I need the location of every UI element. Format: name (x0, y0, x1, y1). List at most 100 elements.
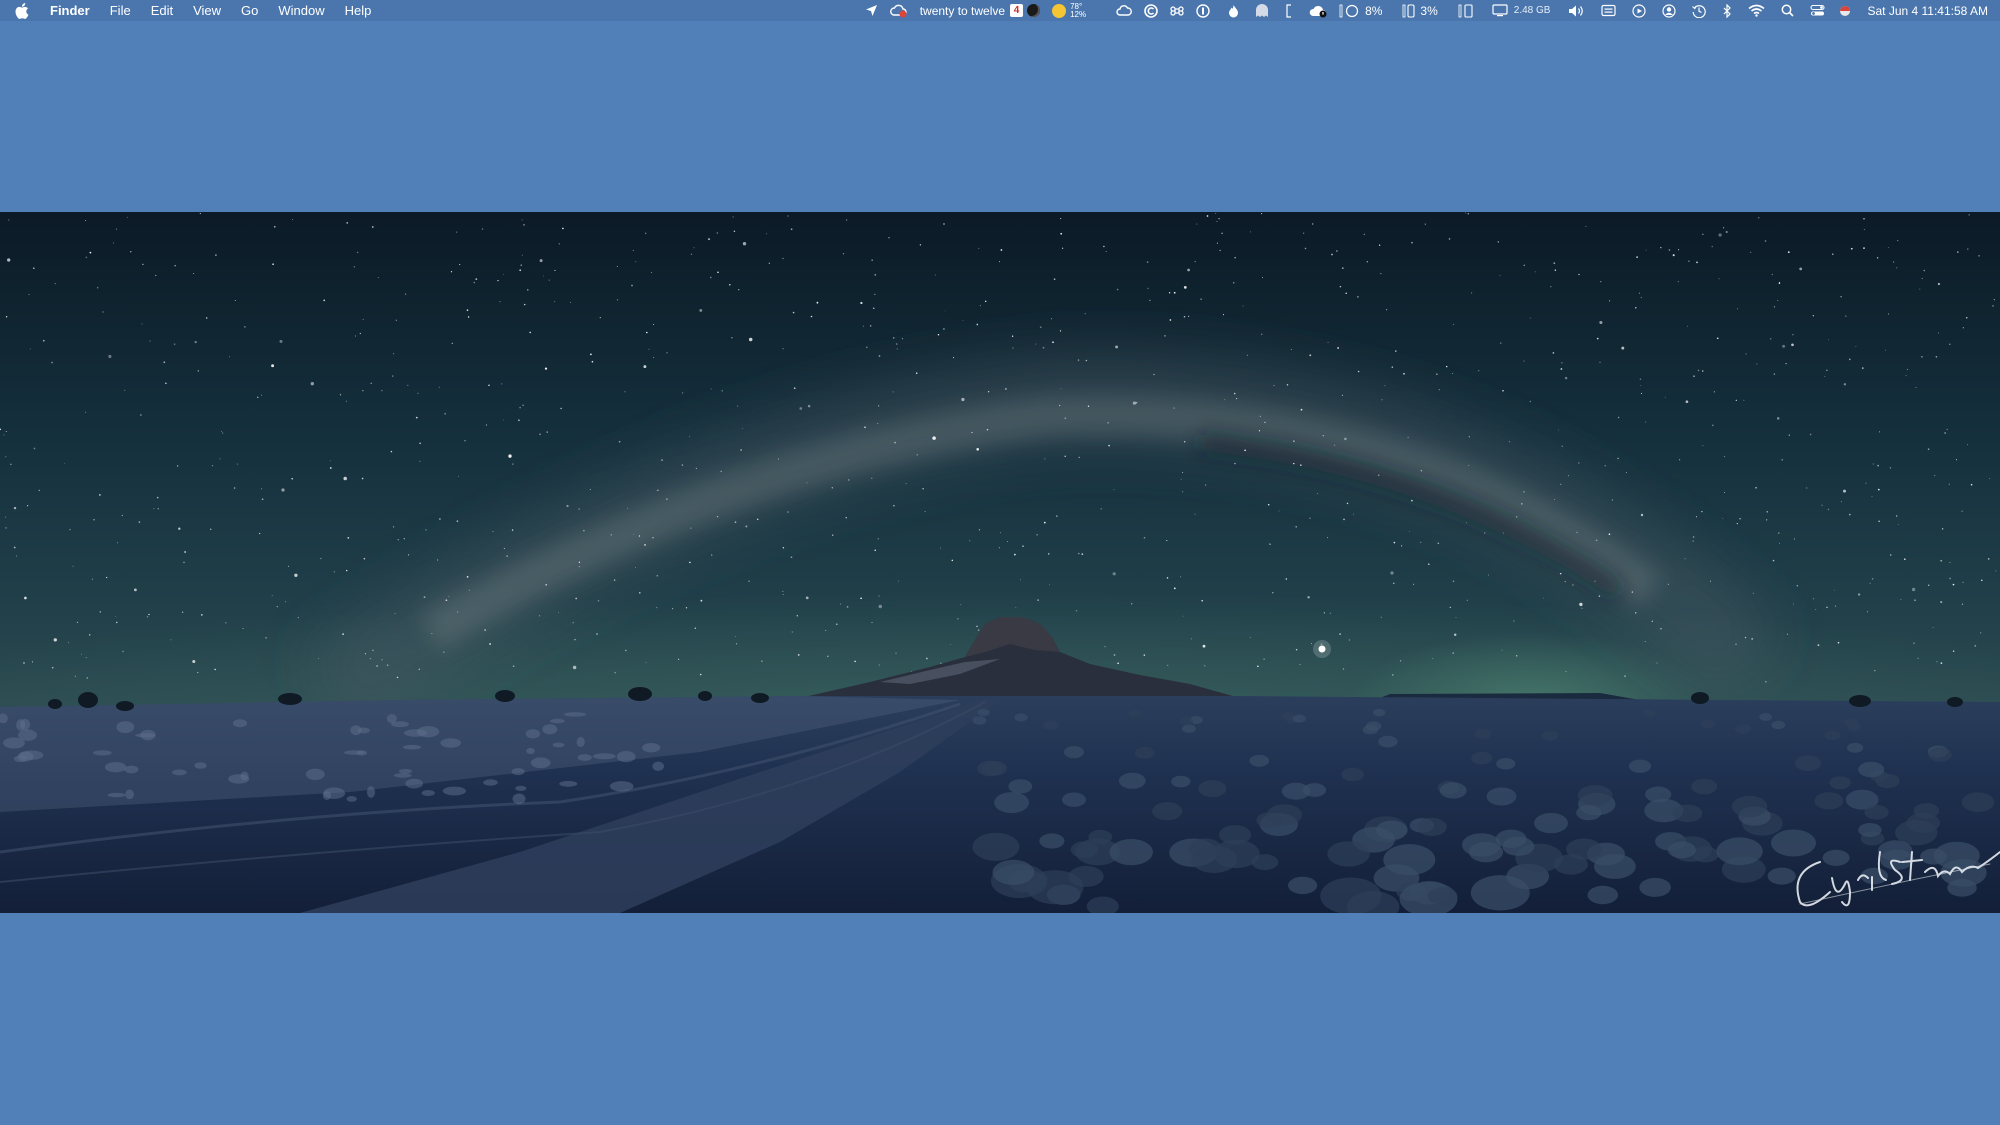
desktop[interactable]: Finder File Edit View Go Window Help twe… (0, 0, 2000, 1125)
menubar-datetime[interactable]: Sat Jun 4 11:41:58 AM (1867, 0, 1988, 21)
star (1400, 545, 1403, 547)
menubar-clock-widget[interactable]: twenty to twelve 4 (920, 0, 1041, 21)
keyboard-icon[interactable] (1601, 0, 1617, 21)
menu-edit[interactable]: Edit (151, 0, 173, 21)
wifi-icon[interactable] (1748, 0, 1765, 21)
star (1407, 436, 1409, 438)
menu-window[interactable]: Window (278, 0, 324, 21)
star (716, 515, 719, 518)
volume-icon[interactable] (1568, 0, 1585, 21)
star (1660, 246, 1662, 249)
star (827, 655, 829, 658)
shrub (421, 790, 435, 796)
star (1342, 668, 1345, 670)
star (1187, 268, 1190, 272)
user-circle-icon[interactable] (1662, 0, 1677, 21)
ghost-icon[interactable] (1255, 0, 1269, 21)
shrub (1716, 837, 1763, 866)
star (457, 611, 459, 613)
one-password-icon[interactable] (1196, 0, 1210, 21)
star (905, 483, 907, 485)
cloud-sync-icon[interactable] (889, 0, 908, 21)
menu-view[interactable]: View (193, 0, 221, 21)
apple-logo-icon[interactable] (14, 2, 30, 20)
star (24, 596, 27, 600)
star (862, 325, 864, 327)
command-key-icon[interactable] (1170, 0, 1184, 21)
shrub (1219, 825, 1252, 845)
star (1408, 530, 1410, 532)
star (1257, 665, 1259, 667)
menu-go[interactable]: Go (241, 0, 258, 21)
memory-usage[interactable]: 2.48 GB (1492, 0, 1550, 21)
bluetooth-icon[interactable] (1722, 0, 1732, 21)
flame-icon[interactable] (1228, 0, 1239, 21)
c-circle-icon[interactable] (1144, 0, 1158, 21)
memory-icon[interactable] (1458, 0, 1474, 21)
menu-app-finder[interactable]: Finder (50, 0, 90, 21)
shrub (515, 785, 527, 791)
bracket-icon[interactable] (1285, 0, 1293, 21)
star (271, 595, 273, 597)
star (272, 263, 274, 266)
star (657, 489, 659, 491)
star (1785, 363, 1787, 365)
star (694, 627, 697, 630)
location-arrow-icon[interactable] (865, 0, 878, 21)
star (121, 514, 123, 517)
star (998, 547, 1000, 549)
star (791, 631, 793, 633)
star (616, 265, 618, 267)
star (1576, 531, 1578, 534)
star (142, 263, 144, 266)
star (978, 247, 980, 249)
shrub (402, 744, 421, 750)
phone-battery[interactable]: 3% (1402, 0, 1438, 21)
control-center-icon[interactable] (1810, 0, 1826, 21)
star (1234, 462, 1236, 465)
star (1015, 606, 1017, 608)
star (742, 427, 744, 429)
star (1878, 520, 1880, 523)
star (1772, 559, 1775, 562)
creative-cloud-icon[interactable] (1116, 0, 1133, 21)
shrub (1667, 841, 1696, 859)
star (437, 559, 439, 561)
star (1333, 444, 1336, 446)
cpu-gauge[interactable]: 8% (1339, 0, 1382, 21)
star (1743, 399, 1745, 401)
star (591, 360, 594, 363)
star (1957, 251, 1959, 253)
star (1625, 472, 1627, 473)
star (1889, 554, 1892, 556)
star (1765, 680, 1767, 683)
star (1105, 251, 1107, 253)
menu-help[interactable]: Help (345, 0, 372, 21)
flag-icon[interactable] (1839, 0, 1851, 21)
play-circle-icon[interactable] (1632, 0, 1647, 21)
star (1773, 306, 1775, 308)
star (624, 391, 626, 393)
star (1989, 478, 1991, 479)
shrub (1639, 877, 1671, 897)
menu-file[interactable]: File (110, 0, 131, 21)
star (1564, 580, 1566, 583)
star (1449, 606, 1451, 609)
cloud-warning-icon[interactable] (1309, 0, 1329, 21)
time-machine-icon[interactable] (1692, 0, 1707, 21)
shrub (1643, 709, 1656, 717)
star (892, 391, 894, 393)
spotlight-search-icon[interactable] (1781, 0, 1795, 21)
star (566, 504, 569, 508)
shrub (305, 768, 325, 780)
star (1103, 245, 1105, 248)
star (431, 632, 433, 634)
star (1049, 584, 1050, 586)
star (986, 428, 989, 431)
star (1078, 456, 1080, 459)
star (1869, 582, 1871, 584)
weather-widget[interactable]: 78° 12% (1052, 0, 1086, 21)
star (1850, 247, 1853, 250)
star (1309, 354, 1312, 357)
star (1946, 428, 1948, 430)
